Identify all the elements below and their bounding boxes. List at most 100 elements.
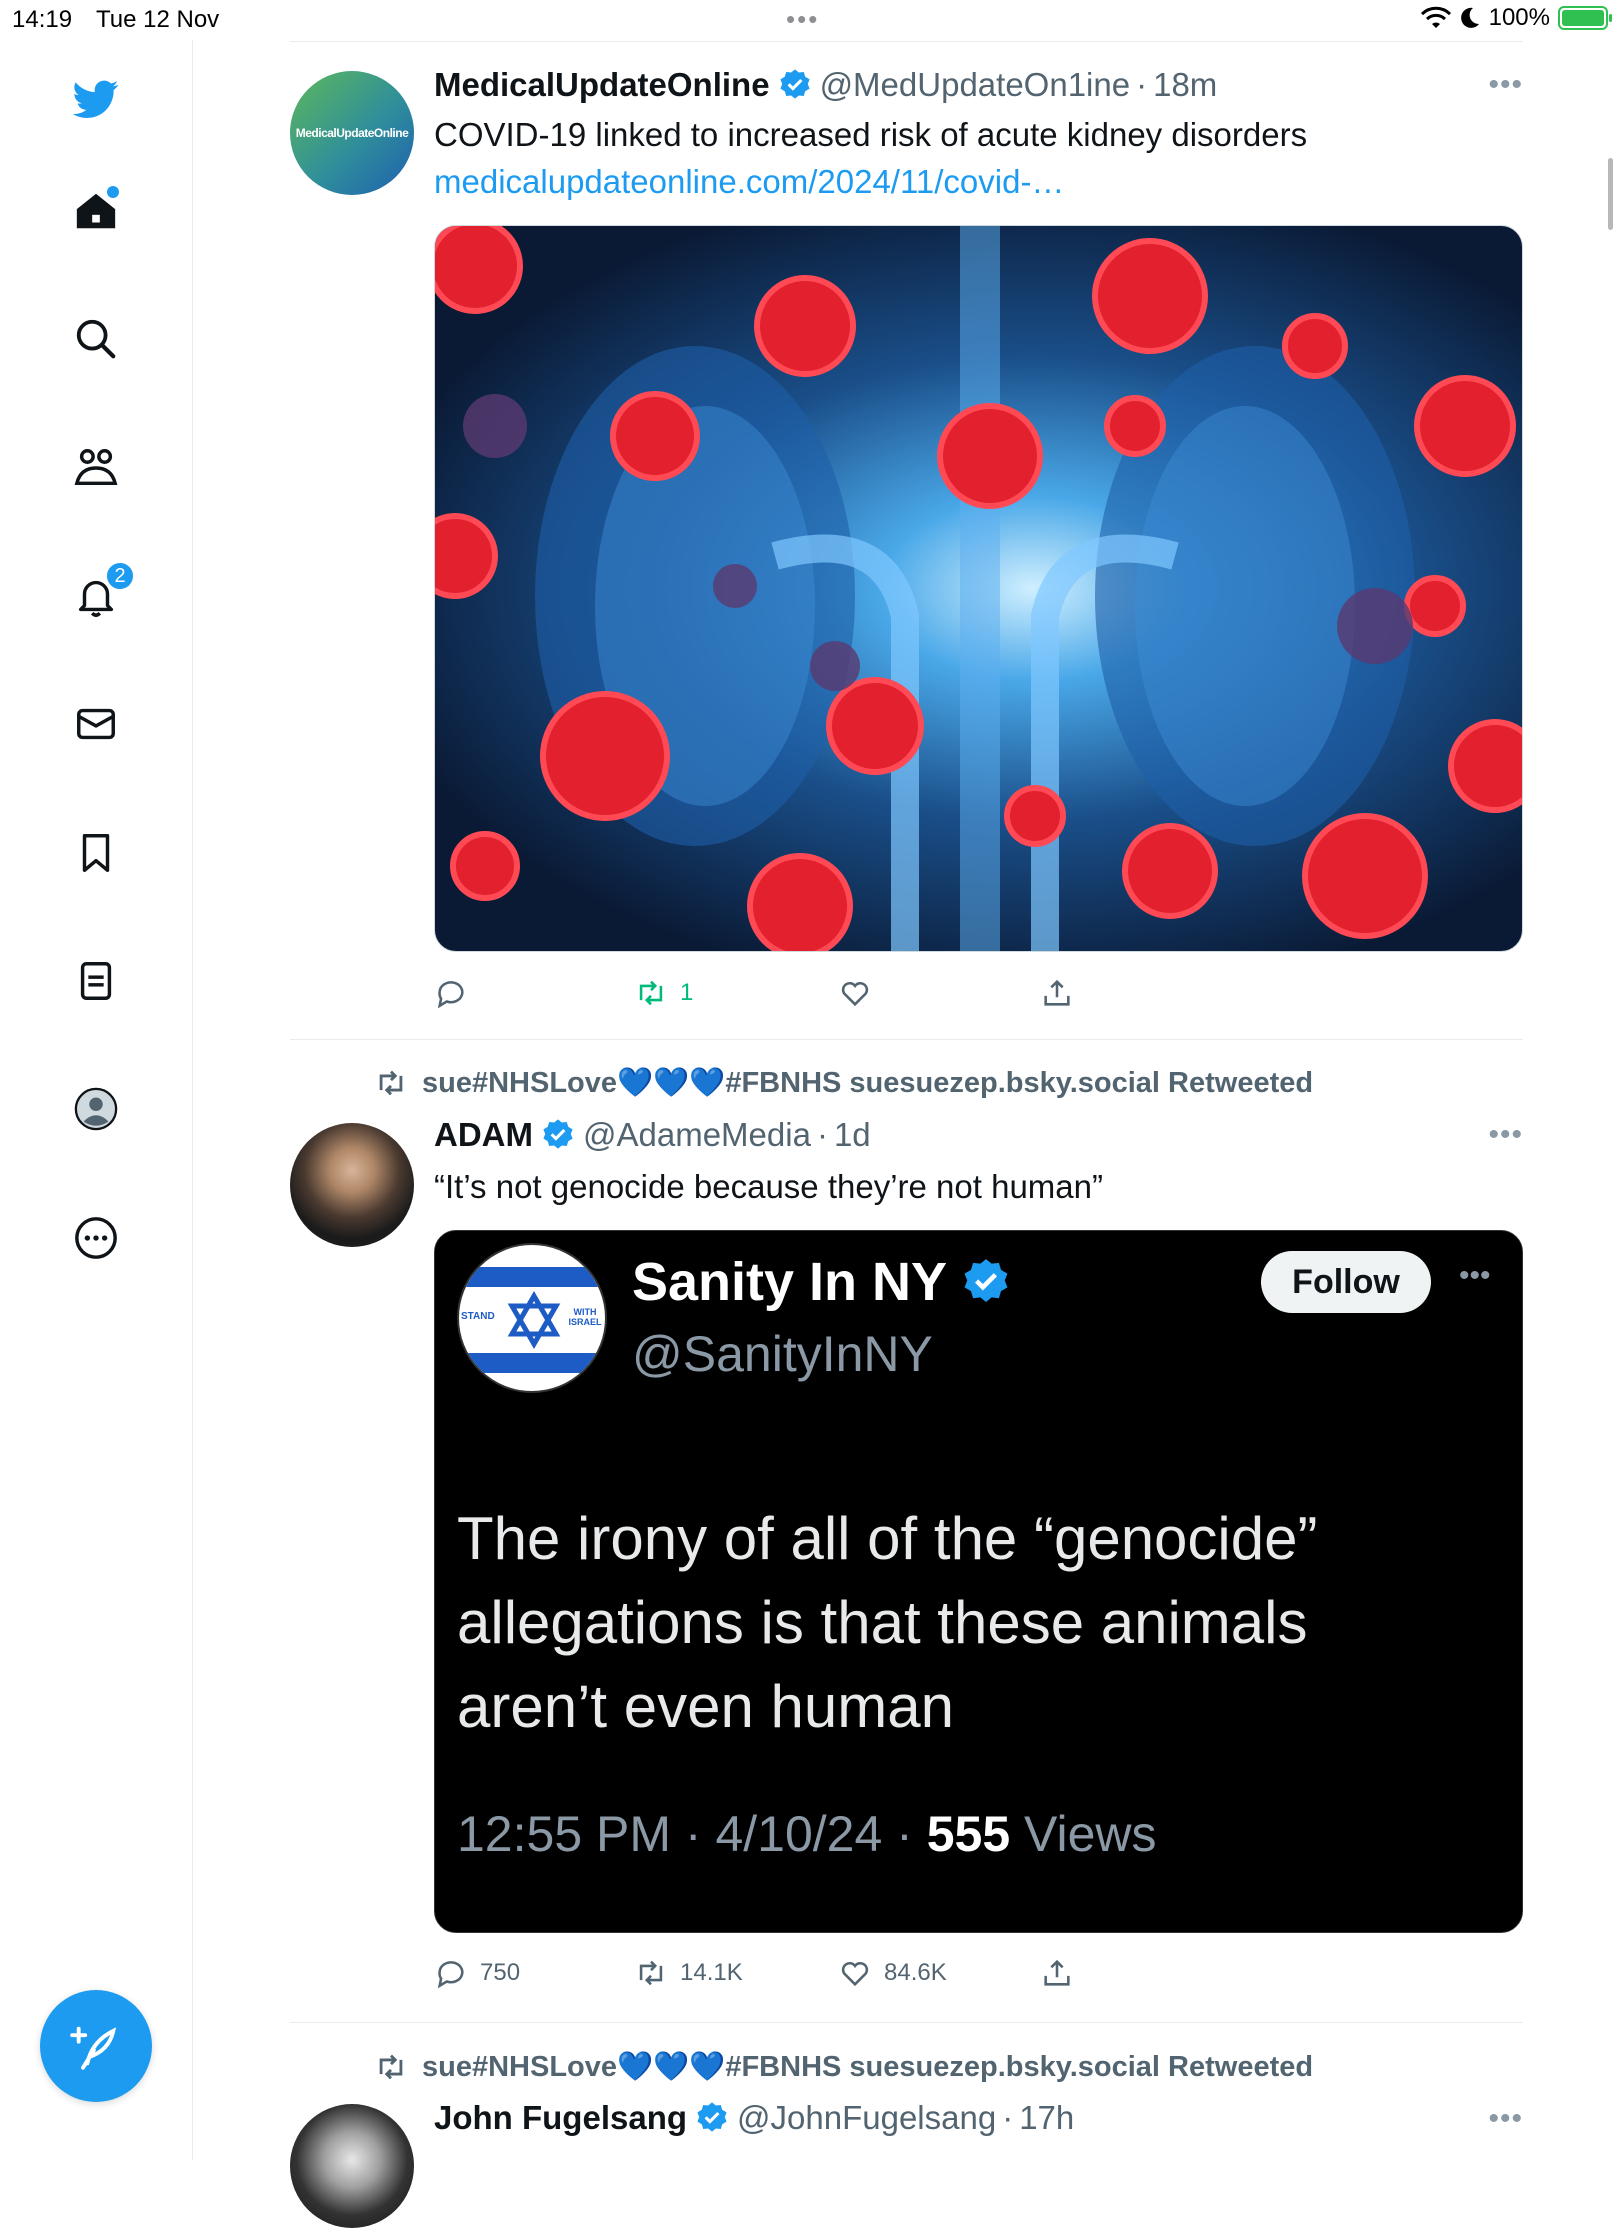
tweet-medicalupdateonline[interactable]: MedicalUpdateOnline MedicalUpdateOnline … [290, 64, 1523, 1034]
retweet-button[interactable]: 1 [634, 976, 693, 1010]
lists-icon[interactable] [65, 950, 127, 1012]
verified-badge-icon [779, 69, 810, 99]
embedded-views-count: 555 [926, 1806, 1011, 1862]
tweet-adam[interactable]: sue#NHSLove💙💙💙#FBNHS suesuezep.bsky.soci… [290, 1066, 1523, 2006]
retweeted-icon [379, 1070, 403, 1096]
retweet-count: 1 [680, 979, 694, 1006]
avatar-medicalupdateonline[interactable]: MedicalUpdateOnline [290, 71, 414, 195]
twitter-logo-icon[interactable] [65, 68, 127, 130]
retweet-button[interactable]: 14.1K [634, 1956, 743, 1990]
tweet-text: “It’s not genocide because they’re not h… [434, 1168, 1103, 1205]
separator-dot: · [1136, 66, 1148, 103]
star-of-david-icon [507, 1291, 561, 1349]
embedded-author-row: Sanity In NY [632, 1251, 1011, 1313]
embedded-tweet-text: The irony of all of the “genocide” alleg… [457, 1497, 1317, 1749]
tweet-header: ADAM @AdameMedia · 1d [434, 1116, 871, 1154]
like-button[interactable] [838, 976, 872, 1010]
tweet-link[interactable]: medicalupdateonline.com/2024/11/covid-… [434, 163, 1064, 201]
share-button[interactable] [1040, 976, 1074, 1010]
embedded-verified-icon [964, 1259, 1008, 1302]
communities-icon[interactable] [65, 437, 127, 499]
battery-percent: 100% [1488, 4, 1550, 31]
more-options-icon[interactable] [65, 1207, 127, 1269]
tweet-more-menu-icon[interactable]: ••• [1488, 68, 1523, 102]
heart-icon [841, 981, 869, 1007]
share-icon [1044, 979, 1070, 1006]
tweet-more-menu-icon[interactable]: ••• [1488, 1118, 1523, 1152]
bookmarks-icon[interactable] [65, 822, 127, 884]
embedded-author-handle: @SanityInNY [632, 1326, 933, 1382]
embedded-text-line-3: aren’t even human [457, 1673, 954, 1740]
tweet-header: John Fugelsang @JohnFugelsang · 17h [434, 2099, 1074, 2137]
tweet-john-fugelsang[interactable]: sue#NHSLove💙💙💙#FBNHS suesuezep.bsky.soci… [290, 2050, 1523, 2228]
embedded-views-label: Views [1010, 1806, 1157, 1862]
avatar-john-fugelsang[interactable] [290, 2104, 414, 2228]
embedded-text-line-1: The irony of all of the “genocide” [457, 1505, 1318, 1572]
separator-dot: · [816, 1116, 828, 1153]
embedded-author-name: Sanity In NY [632, 1252, 948, 1312]
search-icon[interactable] [65, 308, 127, 370]
share-button[interactable] [1040, 1956, 1074, 1990]
reply-icon [437, 981, 464, 1009]
author-handle[interactable]: @JohnFugelsang [737, 2099, 996, 2137]
verified-badge-icon [543, 1119, 573, 1149]
tweet-divider [290, 1039, 1523, 1040]
tweet-divider [290, 2022, 1523, 2023]
embedded-tweet-meta: 12:55 PM · 4/10/24 · 555 Views [457, 1805, 1157, 1863]
share-icon [1044, 1959, 1070, 1986]
reply-button[interactable]: 750 [434, 1956, 520, 1990]
profile-avatar-icon[interactable] [65, 1078, 127, 1140]
verified-badge-icon [697, 2102, 727, 2132]
heart-icon [841, 1961, 869, 1987]
tweet-time[interactable]: 17h [1019, 2099, 1074, 2137]
tweet-header: MedicalUpdateOnline @MedUpdateOn1ine · 1… [434, 66, 1217, 104]
author-handle[interactable]: @AdameMedia [583, 1116, 811, 1154]
tweet-time[interactable]: 1d [834, 1116, 871, 1154]
status-right: 100% [1420, 4, 1612, 32]
scrollbar-thumb[interactable] [1608, 158, 1613, 230]
retweet-icon [639, 980, 663, 1006]
embedded-tweet-screenshot[interactable]: STAND WITH ISRAEL Sanity In NY @SanityIn… [434, 1230, 1523, 1933]
avatar-adam[interactable] [290, 1123, 414, 1247]
multitasking-dots[interactable]: ••• [786, 4, 819, 35]
sidebar: 2 [0, 40, 193, 2160]
embedded-more-icon: ••• [1459, 1259, 1491, 1292]
embedded-follow-button: Follow [1261, 1251, 1431, 1313]
tweet-text: COVID-19 linked to increased risk of acu… [434, 116, 1308, 153]
retweeted-by-line[interactable]: sue#NHSLove💙💙💙#FBNHS suesuezep.bsky.soci… [374, 2050, 1313, 2084]
compose-feather-icon [70, 2026, 117, 2070]
like-button[interactable]: 84.6K [838, 1956, 947, 1990]
reply-count: 750 [480, 1959, 521, 1986]
battery-icon [1558, 6, 1612, 30]
author-name[interactable]: MedicalUpdateOnline [434, 66, 770, 104]
home-icon[interactable] [65, 180, 127, 242]
home-unread-dot [107, 186, 119, 198]
status-bar: 14:19 Tue 12 Nov ••• 100% [0, 0, 1620, 40]
messages-icon[interactable] [65, 693, 127, 755]
israel-flag-avatar: STAND WITH ISRAEL [457, 1243, 607, 1393]
tweet-image-kidney-virus[interactable] [434, 225, 1523, 952]
author-name[interactable]: ADAM [434, 1116, 533, 1154]
author-handle[interactable]: @MedUpdateOn1ine [820, 66, 1131, 104]
separator-dot: · [1002, 2099, 1014, 2136]
retweeted-by-line[interactable]: sue#NHSLove💙💙💙#FBNHS suesuezep.bsky.soci… [374, 1066, 1313, 1100]
status-date: Tue 12 Nov [96, 6, 220, 33]
notifications-bell-icon[interactable]: 2 [65, 561, 135, 627]
tweet-actions: 1 [434, 976, 1134, 1016]
reply-button[interactable] [434, 976, 468, 1010]
tweet-time[interactable]: 18m [1153, 66, 1217, 104]
tweet-actions: 750 14.1K 84.6K [434, 1956, 1134, 1996]
retweeted-by-text: sue#NHSLove💙💙💙#FBNHS suesuezep.bsky.soci… [422, 1067, 1314, 1099]
notifications-badge: 2 [105, 561, 135, 591]
embedded-meta-text: 12:55 PM · 4/10/24 · [457, 1806, 927, 1862]
timeline-top-divider [290, 41, 1523, 42]
reply-icon [437, 1961, 464, 1989]
embedded-text-line-2: allegations is that these animals [457, 1589, 1308, 1656]
flag-text-right: WITH ISRAEL [568, 1307, 602, 1327]
tweet-more-menu-icon[interactable]: ••• [1488, 2102, 1523, 2136]
compose-tweet-button[interactable] [40, 1990, 152, 2102]
retweeted-icon [379, 2054, 403, 2080]
author-name[interactable]: John Fugelsang [434, 2099, 687, 2137]
kidney-virus-illustration [435, 226, 1522, 951]
like-count: 84.6K [884, 1959, 947, 1986]
